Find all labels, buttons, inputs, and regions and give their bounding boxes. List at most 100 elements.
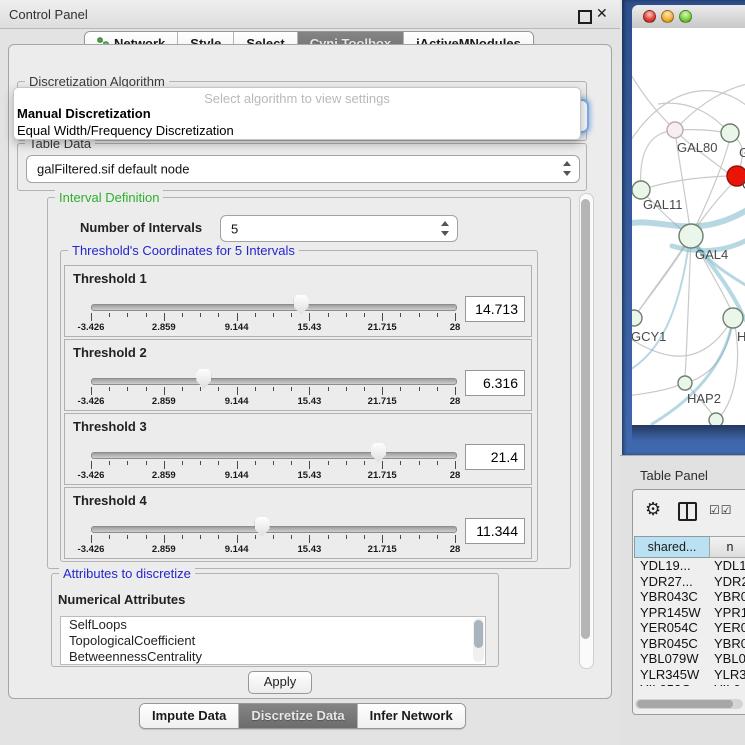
attribute-item[interactable]: TopologicalCoefficient	[61, 633, 485, 649]
table-row[interactable]: YBR045CYBR0	[634, 636, 745, 652]
threshold-slider-thumb[interactable]	[196, 369, 211, 389]
settings-scrollbar-thumb[interactable]	[581, 199, 590, 639]
tick-label: 9.144	[207, 322, 267, 333]
attribute-item[interactable]: SelfLoops	[61, 617, 485, 633]
apply-button[interactable]: Apply	[248, 671, 312, 694]
tick-mark	[127, 461, 128, 465]
network-edge-thick[interactable]	[632, 250, 688, 372]
threshold-value-field[interactable]: 6.316	[465, 370, 525, 396]
numerical-attributes-label: Numerical Attributes	[58, 592, 185, 607]
tick-mark	[182, 313, 183, 317]
table-cell-name: YPR1	[714, 605, 745, 620]
table-row[interactable]: YBL079WYBL0	[634, 651, 745, 667]
table-cell-shared: YDL19...	[640, 558, 691, 573]
settings-scroll-area: Interval Definition Number of Intervals …	[17, 191, 577, 669]
table-row[interactable]: YLR345WYLR3	[634, 667, 745, 683]
column-header-name[interactable]: n	[709, 536, 745, 558]
tick-mark	[364, 461, 365, 465]
tick-label: 15.43	[279, 322, 339, 333]
network-node-H-node[interactable]	[723, 308, 743, 328]
network-edge[interactable]	[634, 246, 684, 318]
column-header-shared[interactable]: shared...	[634, 536, 710, 558]
network-window: GAL80GACGAL11GAL4GCY1HHAP2	[622, 0, 745, 455]
threshold-slider-thumb[interactable]	[371, 443, 386, 463]
tick-mark	[400, 535, 401, 539]
tick-mark	[273, 535, 274, 539]
tick-label: 9.144	[207, 544, 267, 555]
table-cell-name: YLR3	[714, 667, 745, 682]
table-cell-name: YBL0	[714, 651, 745, 666]
tick-mark	[182, 461, 183, 465]
algorithm-option[interactable]: Manual Discretization	[17, 106, 151, 121]
tick-mark	[328, 535, 329, 539]
tick-mark	[400, 461, 401, 465]
settings-scrollbar[interactable]	[579, 193, 594, 669]
attribute-item[interactable]: BetweennessCentrality	[61, 649, 485, 665]
network-window-titlebar[interactable]	[632, 5, 745, 29]
table-row[interactable]: YDR27...YDR2	[634, 574, 745, 590]
tick-mark	[146, 387, 147, 391]
threshold-label: Threshold 4	[73, 493, 147, 508]
algorithm-option[interactable]: Equal Width/Frequency Discretization	[17, 123, 234, 138]
tab-bottom-discretize-data[interactable]: Discretize Data	[239, 704, 357, 728]
network-edge[interactable]	[632, 384, 680, 396]
table-hscrollbar[interactable]	[635, 699, 743, 709]
tick-mark	[237, 313, 238, 321]
control-panel-titlebar: Control Panel ✕	[0, 0, 620, 29]
threshold-list: Threshold 1-3.4262.8599.14415.4321.71528…	[64, 265, 532, 561]
number-of-intervals-combo[interactable]: 5	[220, 215, 458, 242]
network-edge[interactable]	[641, 131, 670, 190]
close-traffic-light-icon[interactable]	[643, 10, 656, 23]
tick-mark	[255, 461, 256, 465]
tick-mark	[164, 313, 165, 321]
columns-icon[interactable]	[678, 502, 697, 521]
threshold-slider-thumb[interactable]	[294, 295, 309, 315]
table-row[interactable]: YIL052CYIL0	[634, 682, 745, 686]
table-row[interactable]: YDL19...YDL1	[634, 558, 745, 574]
network-node-G-node[interactable]	[721, 124, 739, 142]
threshold-value-field[interactable]: 14.713	[465, 296, 525, 322]
tab-bottom-impute-data[interactable]: Impute Data	[140, 704, 239, 728]
tick-mark	[364, 313, 365, 317]
zoom-traffic-light-icon[interactable]	[679, 10, 692, 23]
tick-label: 2.859	[134, 396, 194, 407]
network-node-GAL4[interactable]	[679, 224, 703, 248]
float-window-icon[interactable]	[578, 10, 592, 24]
tick-mark	[309, 313, 310, 321]
table-header-row: shared... n	[634, 536, 745, 557]
table-row[interactable]: YBR043CYBR0	[634, 589, 745, 605]
threshold-value-field[interactable]: 11.344	[465, 518, 525, 544]
table-cell-name: YBR0	[714, 589, 745, 604]
network-node-HAP2[interactable]	[678, 376, 692, 390]
threshold-slider-thumb[interactable]	[255, 517, 270, 537]
tick-mark	[255, 313, 256, 317]
close-icon[interactable]: ✕	[596, 5, 608, 22]
network-node-bottom-node[interactable]	[709, 413, 723, 425]
threshold-slider-track[interactable]	[91, 452, 457, 459]
table-data-combo[interactable]: galFiltered.sif default node	[26, 155, 580, 183]
number-of-intervals-label: Number of Intervals	[80, 220, 202, 235]
threshold-slider-track[interactable]	[91, 378, 457, 385]
network-node-GCY1[interactable]	[632, 310, 642, 326]
threshold-value-field[interactable]: 21.4	[465, 444, 525, 470]
network-node-GAL80[interactable]	[667, 122, 683, 138]
threshold-slider-track[interactable]	[91, 304, 457, 311]
network-canvas[interactable]: GAL80GACGAL11GAL4GCY1HHAP2	[632, 28, 745, 425]
numerical-attributes-list[interactable]: SelfLoopsTopologicalCoefficientBetweenne…	[60, 616, 486, 665]
gear-icon[interactable]: ⚙	[645, 499, 661, 520]
tick-mark	[455, 387, 456, 395]
table-hscrollbar-thumb[interactable]	[637, 700, 733, 708]
table-row[interactable]: YER054CYER0	[634, 620, 745, 636]
tick-label: 2.859	[134, 470, 194, 481]
tick-mark	[127, 535, 128, 539]
network-node-label: GAL80	[677, 140, 717, 155]
network-edge[interactable]	[632, 70, 675, 130]
threshold-slider-track[interactable]	[91, 526, 457, 533]
tick-label: 21.715	[352, 396, 412, 407]
table-row[interactable]: YPR145WYPR1	[634, 605, 745, 621]
network-node-label: GCY1	[632, 329, 666, 344]
tab-bottom-infer-network[interactable]: Infer Network	[358, 704, 465, 728]
tick-mark	[346, 535, 347, 539]
checkbox-icons[interactable]: ☑☑	[709, 503, 733, 517]
minimize-traffic-light-icon[interactable]	[661, 10, 674, 23]
